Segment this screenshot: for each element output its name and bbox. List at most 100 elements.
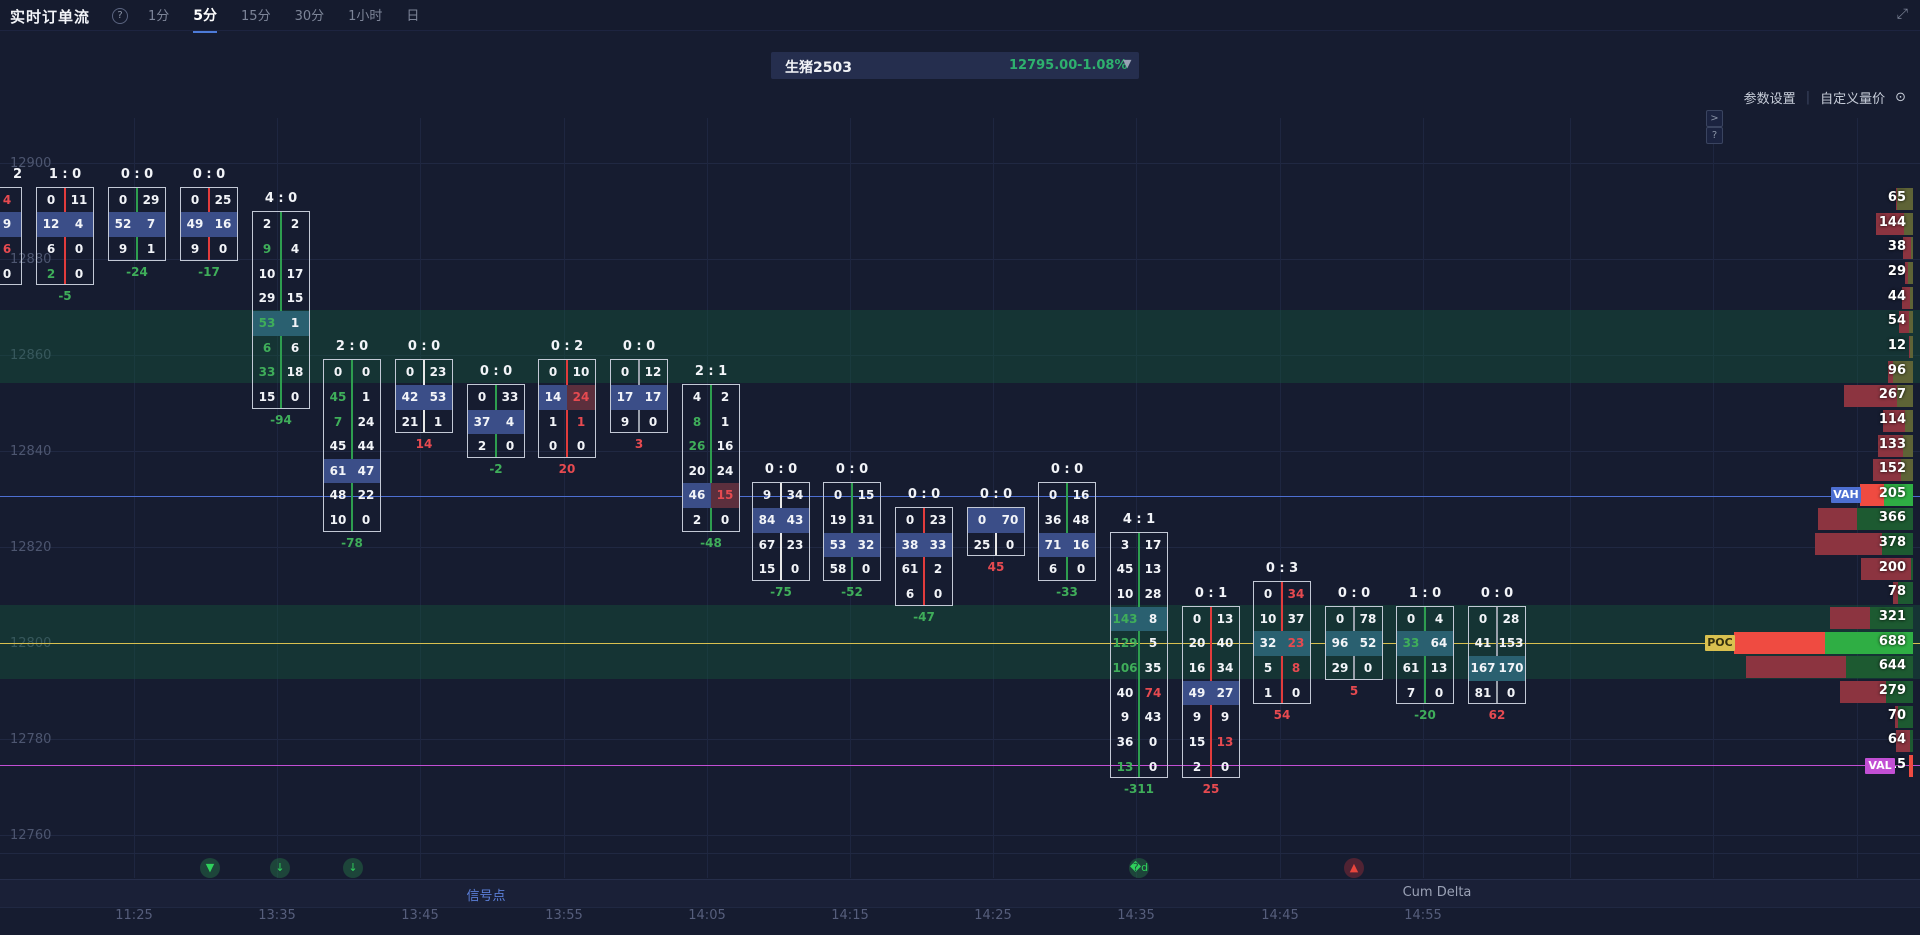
bid-cell: 42 (396, 385, 424, 410)
ask-cell: 24 (711, 459, 739, 484)
bid-cell: 7 (1397, 681, 1425, 706)
tab-1分[interactable]: 1分 (148, 5, 169, 33)
profile-value-label: 267 (1866, 387, 1906, 402)
bid-cell: 36 (1039, 508, 1067, 533)
footprint-bar: 02841153167170810 (1468, 606, 1526, 705)
symbol-change: -1.08% (1077, 58, 1128, 73)
profile-value-label: 378 (1866, 535, 1906, 550)
bid-cell: 0 (968, 508, 996, 533)
signal-points-label[interactable]: 信号点 (466, 885, 505, 904)
cum-delta-label[interactable]: Cum Delta (1403, 885, 1472, 900)
bid-cell: 9 (1183, 705, 1211, 730)
bar-delta-label: 5 (1315, 684, 1393, 698)
ask-cell: 1 (281, 311, 309, 336)
ask-cell: 8 (1282, 656, 1310, 681)
bid-cell: 0 (1183, 607, 1211, 632)
ask-cell: 17 (281, 262, 309, 287)
ask-cell: 23 (424, 360, 452, 385)
tab-1小时[interactable]: 1小时 (348, 5, 382, 33)
ask-cell: 16 (711, 434, 739, 459)
side-button-help[interactable]: ? (1706, 127, 1723, 144)
ask-cell: 2 (281, 212, 309, 237)
profile-buy-bar (1905, 410, 1913, 432)
ask-cell: 0 (852, 557, 880, 582)
bid-cell: 10 (253, 262, 281, 287)
tab-日[interactable]: 日 (406, 5, 419, 33)
ask-cell: 52 (1354, 631, 1382, 656)
ask-cell: 0 (1354, 656, 1382, 681)
footprint-bar: 025491690 (180, 187, 238, 261)
fullscreen-icon[interactable]: ⤢ (1897, 6, 1908, 22)
imbalance-header: 0 : 0 (967, 487, 1025, 502)
imbalance-header: 1 : 0 (1396, 586, 1454, 601)
symbol-name: 生猪2503 (785, 57, 852, 77)
footprint-bar: 428126162024461520 (682, 384, 740, 532)
ask-cell: 0 (1139, 730, 1167, 755)
sell-signal-icon: ▲ (1344, 858, 1364, 878)
symbol-selector[interactable]: 生猪2503 12795.00 -1.08% ▼ (771, 52, 1139, 79)
profile-value-label: 114 (1866, 412, 1906, 427)
footer-label-row: 信号点 Cum Delta (0, 879, 1920, 908)
tab-15分[interactable]: 15分 (241, 5, 271, 33)
profile-buy-bar (1910, 287, 1913, 309)
price-gridline (0, 163, 1920, 164)
bar-delta-label: -48 (672, 536, 750, 550)
gear-icon[interactable]: ⊙ (1895, 90, 1906, 105)
footprint-bar: 0111246020 (36, 187, 94, 286)
bar-delta-label: 20 (528, 462, 606, 476)
footprint-bar: 034103732235810 (1253, 581, 1311, 704)
bid-cell: 20 (1183, 631, 1211, 656)
imbalance-header: 4 : 0 (252, 191, 310, 206)
profile-sell-bar (1818, 508, 1857, 530)
ask-cell: 6 (0, 237, 21, 262)
ask-cell: 0 (352, 508, 380, 533)
bid-cell: 3 (1111, 533, 1139, 558)
ask-cell: 0 (639, 410, 667, 435)
bid-cell: 29 (253, 286, 281, 311)
profile-value-label: 96 (1866, 363, 1906, 378)
footprint-bar: 03337420 (467, 384, 525, 458)
time-axis-label: 14:35 (1117, 908, 1154, 923)
help-icon[interactable]: ? (112, 8, 128, 24)
profile-value-label: 12 (1866, 338, 1906, 353)
ask-cell: 33 (924, 533, 952, 558)
bid-cell: 15 (753, 557, 781, 582)
bid-cell: 49 (181, 212, 209, 237)
bid-cell: 14 (539, 385, 567, 410)
bid-cell: 106 (1111, 656, 1139, 681)
imbalance-header: 1 : 0 (36, 167, 94, 182)
bid-cell: 45 (1111, 557, 1139, 582)
bid-cell: 7 (324, 410, 352, 435)
profile-value-label: 205 (1866, 486, 1906, 501)
ask-cell: 17 (1139, 533, 1167, 558)
bid-cell: 2 (253, 212, 281, 237)
ask-cell: 4 (281, 237, 309, 262)
bar-delta-label: -17 (170, 265, 248, 279)
bid-cell: 25 (968, 533, 996, 558)
bid-cell: 6 (253, 336, 281, 361)
footprint-bar: 0234253211 (395, 359, 453, 433)
time-axis-label: 14:05 (688, 908, 725, 923)
profile-value-label: 144 (1866, 215, 1906, 230)
ask-cell: 16 (209, 212, 237, 237)
tab-5分[interactable]: 5分 (193, 5, 217, 33)
ask-cell: 33 (496, 385, 524, 410)
ask-cell: 5 (1139, 631, 1167, 656)
ask-cell: 0 (0, 262, 21, 287)
time-axis-label: 13:55 (545, 908, 582, 923)
ask-cell: 44 (352, 434, 380, 459)
ask-cell: 34 (781, 483, 809, 508)
bid-cell: 9 (753, 483, 781, 508)
ask-cell: 64 (1425, 631, 1453, 656)
tab-30分[interactable]: 30分 (295, 5, 325, 33)
ask-cell: 28 (1497, 607, 1525, 632)
bar-delta-label: -33 (1028, 585, 1106, 599)
bid-cell: 96 (1326, 631, 1354, 656)
side-button-expand[interactable]: > (1706, 110, 1723, 127)
val-line (0, 765, 1920, 766)
custom-volume-button[interactable]: 自定义量价 (1820, 88, 1885, 107)
bid-cell: 0 (1326, 607, 1354, 632)
bid-cell: 41 (1469, 631, 1497, 656)
param-settings-button[interactable]: 参数设置 (1744, 88, 1796, 107)
profile-sell-bar (1830, 607, 1870, 629)
